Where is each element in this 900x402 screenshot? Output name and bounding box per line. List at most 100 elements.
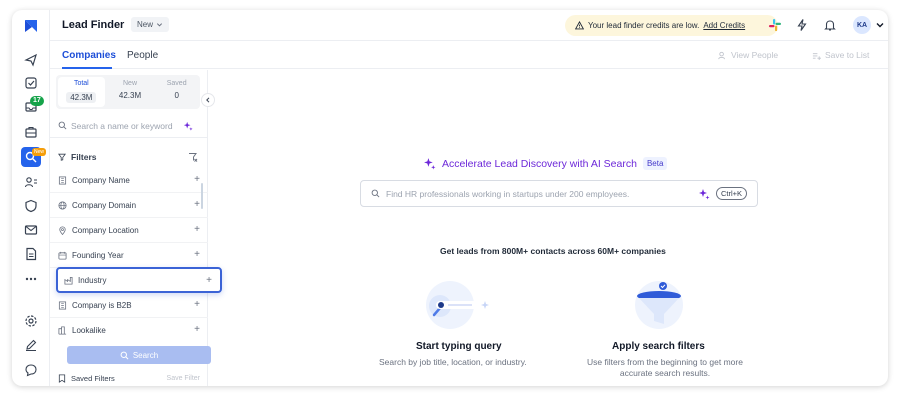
tasks-icon[interactable] xyxy=(21,73,41,93)
search-button-icon xyxy=(120,351,129,359)
filter-label: Founding Year xyxy=(72,250,124,260)
collapse-panel-button[interactable] xyxy=(201,93,215,107)
saved-filters-row: Saved Filters Save Filter xyxy=(50,370,208,386)
bookmark-icon xyxy=(58,373,66,383)
search-button[interactable]: Search xyxy=(67,346,211,364)
save-filter-button[interactable]: Save Filter xyxy=(167,375,200,382)
keyword-search-input[interactable] xyxy=(71,120,179,131)
filter-label: Company Name xyxy=(72,175,130,185)
lightning-icon[interactable] xyxy=(795,18,809,32)
filter-company-domain[interactable]: Company Domain + xyxy=(50,193,208,218)
card-subtitle-typing: Search by job title, location, or indust… xyxy=(379,357,527,367)
add-filter-icon[interactable]: + xyxy=(194,175,200,185)
mode-dropdown[interactable]: New xyxy=(131,17,170,32)
settings-icon[interactable] xyxy=(21,311,41,331)
filter-industry[interactable]: Industry + xyxy=(56,267,222,293)
add-credits-link[interactable]: Add Credits xyxy=(703,21,745,30)
card-title-filters: Apply search filters xyxy=(612,341,705,352)
stat-new[interactable]: New 42.3M xyxy=(107,75,154,109)
list-add-icon xyxy=(812,52,821,60)
shield-icon[interactable] xyxy=(21,196,41,216)
stat-total[interactable]: Total 42.3M xyxy=(58,77,105,107)
ai-search-input[interactable] xyxy=(386,188,686,199)
slack-icon[interactable] xyxy=(768,18,782,32)
search-icon xyxy=(58,121,67,130)
ai-search-box: Ctrl+K xyxy=(360,180,758,207)
add-filter-icon[interactable]: + xyxy=(206,276,212,286)
filter-company-location[interactable]: Company Location + xyxy=(50,218,208,243)
filters-heading: Filters xyxy=(50,147,208,167)
stat-label: Total xyxy=(73,80,89,87)
building-icon xyxy=(58,300,67,310)
beta-badge: Beta xyxy=(642,157,668,170)
ai-sparkle-icon[interactable] xyxy=(183,121,193,131)
app-window: 17 New Lead Finder New Your lead finder … xyxy=(12,10,888,386)
app-logo-icon[interactable] xyxy=(23,18,39,34)
account-chevron-down-icon[interactable] xyxy=(875,20,885,30)
filter-scrollbar[interactable] xyxy=(201,183,203,209)
filter-label: Lookalike xyxy=(72,326,106,335)
mode-dropdown-label: New xyxy=(137,20,154,29)
card-subtitle-line: accurate search results. xyxy=(619,368,711,378)
tab-people[interactable]: People xyxy=(127,50,158,61)
filter-company-is-b2b[interactable]: Company is B2B + xyxy=(50,293,208,318)
more-icon[interactable] xyxy=(21,269,41,289)
stat-saved[interactable]: Saved 0 xyxy=(153,75,200,109)
edit-icon[interactable] xyxy=(21,335,41,355)
ai-sparkle-icon xyxy=(424,158,436,170)
top-bar: Lead Finder New Your lead finder credits… xyxy=(50,10,888,41)
ai-search-heading: Accelerate Lead Discovery with AI Search… xyxy=(423,157,668,170)
filter-founding-year[interactable]: Founding Year + xyxy=(50,243,208,268)
credits-notice: Your lead finder credits are low. Add Cr… xyxy=(565,15,778,36)
chevron-down-icon xyxy=(156,23,163,27)
typing-query-illustration xyxy=(426,281,489,329)
search-button-label: Search xyxy=(132,350,159,360)
filter-label: Company is B2B xyxy=(72,300,132,310)
mail-icon[interactable] xyxy=(21,220,41,240)
save-to-list-button[interactable]: Save to List xyxy=(812,50,869,60)
entity-tabs: Companies People View People Save to Lis… xyxy=(50,41,888,69)
chat-icon[interactable] xyxy=(21,360,41,380)
card-subtitle-line: Use filters from the beginning to get mo… xyxy=(587,357,743,367)
page-title: Lead Finder xyxy=(62,19,125,31)
save-to-list-label: Save to List xyxy=(825,50,870,60)
bell-icon[interactable] xyxy=(823,18,837,32)
active-tab-indicator xyxy=(62,67,112,69)
apply-filters-illustration xyxy=(635,281,683,329)
add-filter-icon[interactable]: + xyxy=(194,250,200,260)
filter-icon xyxy=(58,153,66,161)
inbox-count-badge: 17 xyxy=(30,96,44,106)
stat-value: 0 xyxy=(174,91,179,100)
add-filter-icon[interactable]: + xyxy=(194,200,200,210)
document-icon[interactable] xyxy=(21,244,41,264)
building-icon xyxy=(58,175,67,185)
pin-icon xyxy=(59,225,66,235)
filter-lookalike[interactable]: Lookalike + xyxy=(50,318,208,343)
shortcut-hint: Ctrl+K xyxy=(715,187,747,200)
card-title-typing: Start typing query xyxy=(416,341,502,352)
filter-label: Company Location xyxy=(72,225,139,235)
saved-filters-link[interactable]: Saved Filters xyxy=(71,374,115,383)
add-filter-icon[interactable]: + xyxy=(194,300,200,310)
add-filter-icon[interactable]: + xyxy=(194,325,200,335)
stat-value: 42.3M xyxy=(66,92,97,103)
ai-sparkle-icon[interactable] xyxy=(698,188,710,200)
calendar-icon xyxy=(58,251,67,260)
stat-label: Saved xyxy=(166,80,187,87)
ai-search-title: Accelerate Lead Discovery with AI Search xyxy=(442,157,637,170)
globe-icon xyxy=(58,200,67,210)
left-rail: 17 New xyxy=(12,10,50,386)
clear-filters-icon[interactable] xyxy=(188,152,198,162)
new-feature-badge: New xyxy=(32,148,47,156)
contacts-icon[interactable] xyxy=(21,172,41,192)
leads-tagline: Get leads from 800M+ contacts across 60M… xyxy=(440,246,666,256)
send-icon[interactable] xyxy=(21,50,41,70)
filter-company-name[interactable]: Company Name + xyxy=(50,168,208,193)
filter-label: Company Domain xyxy=(72,200,137,210)
avatar[interactable]: KA xyxy=(853,16,871,34)
briefcase-icon[interactable] xyxy=(21,122,41,142)
view-people-button[interactable]: View People xyxy=(718,50,778,60)
credits-text: Your lead finder credits are low. xyxy=(588,21,700,30)
tab-companies[interactable]: Companies xyxy=(62,50,116,61)
add-filter-icon[interactable]: + xyxy=(194,225,200,235)
